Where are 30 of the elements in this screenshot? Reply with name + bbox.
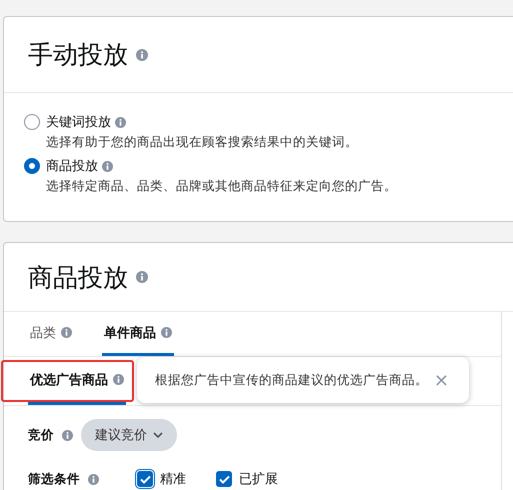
info-icon[interactable] bbox=[115, 116, 126, 128]
bid-dropdown[interactable]: 建议竞价 bbox=[81, 419, 177, 451]
option-description: 选择有助于您的商品出现在顾客搜索结果中的关键词。 bbox=[46, 134, 358, 151]
bid-label: 竞价 bbox=[28, 426, 54, 444]
radio-button[interactable] bbox=[24, 158, 40, 174]
section-title: 手动投放 bbox=[28, 39, 128, 71]
checkmark-icon bbox=[140, 474, 150, 484]
info-icon[interactable] bbox=[136, 48, 148, 60]
option-label: 关键词投放 bbox=[46, 114, 111, 131]
chevron-icon bbox=[153, 432, 163, 438]
info-icon[interactable] bbox=[136, 271, 148, 283]
tab[interactable]: 优选广告商品 bbox=[28, 357, 126, 405]
info-icon[interactable] bbox=[161, 327, 172, 338]
option-description: 选择特定商品、品类、品牌或其他商品特征来定向您的广告。 bbox=[46, 178, 397, 195]
info-icon[interactable] bbox=[61, 327, 72, 338]
tooltip-text: 根据您广告中宣传的商品建议的优选广告商品。 bbox=[155, 372, 428, 388]
filter-label: 筛选条件 bbox=[28, 470, 80, 488]
info-icon[interactable] bbox=[113, 374, 124, 385]
checkbox[interactable] bbox=[214, 469, 234, 489]
info-icon[interactable] bbox=[62, 430, 73, 440]
tab[interactable]: 品类 bbox=[28, 312, 74, 356]
info-icon[interactable] bbox=[88, 474, 99, 484]
checkmark-icon bbox=[218, 474, 230, 484]
radio-button[interactable] bbox=[24, 114, 40, 130]
checkbox-label: 精准 bbox=[160, 471, 186, 488]
section-title: 商品投放 bbox=[28, 262, 128, 294]
checkbox-label: 已扩展 bbox=[239, 471, 278, 488]
option-label: 商品投放 bbox=[46, 158, 98, 175]
info-icon[interactable] bbox=[102, 160, 113, 172]
checkbox[interactable] bbox=[135, 469, 155, 489]
